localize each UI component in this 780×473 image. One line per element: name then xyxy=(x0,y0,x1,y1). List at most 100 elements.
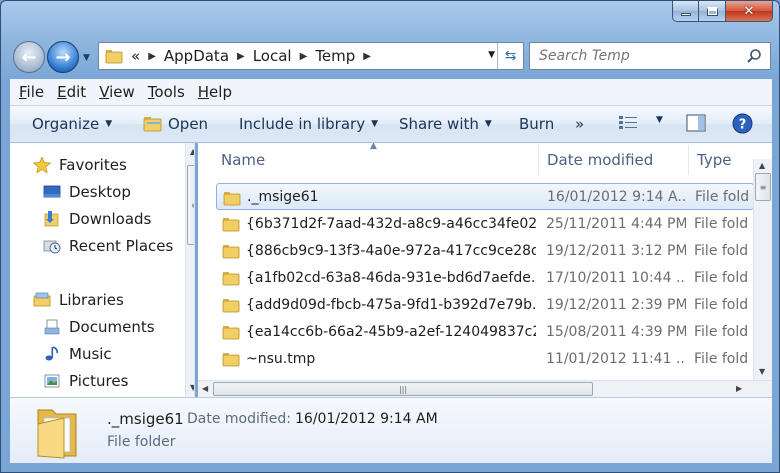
file-name: {886cb9c9-13f3-4a0e-972a-417cc9ce28d... xyxy=(246,242,536,259)
breadcrumb-overflow[interactable]: « xyxy=(131,47,140,65)
file-type: File fold xyxy=(694,296,749,313)
folder-icon xyxy=(222,245,240,259)
preview-pane-button[interactable] xyxy=(686,114,706,132)
nav-documents[interactable]: Documents xyxy=(43,318,155,336)
file-type: File fold xyxy=(694,350,749,367)
address-bar[interactable]: « ▶ AppData ▶ Local ▶ Temp ▶ ▼ ⇆ xyxy=(98,42,524,70)
column-divider[interactable] xyxy=(688,145,689,175)
help-button[interactable]: ? xyxy=(732,113,753,134)
refresh-button[interactable]: ⇆ xyxy=(497,43,523,69)
back-button[interactable]: ← xyxy=(13,41,45,73)
view-options-dropdown[interactable]: ▼ xyxy=(650,115,663,125)
chevron-right-icon[interactable]: ▶ xyxy=(300,51,308,62)
breadcrumb-temp[interactable]: Temp xyxy=(315,47,355,65)
nav-libraries[interactable]: Libraries xyxy=(33,291,124,309)
file-list-hscrollbar[interactable]: ◀ ||| ▶ xyxy=(198,380,772,397)
folder-large-icon xyxy=(37,409,77,459)
breadcrumb-appdata[interactable]: AppData xyxy=(164,47,229,65)
star-icon xyxy=(33,157,51,173)
arrow-right-icon: → xyxy=(55,46,71,68)
file-name: ~nsu.tmp xyxy=(246,350,316,367)
scroll-left-icon[interactable]: ◀ xyxy=(202,384,208,393)
menu-file[interactable]: File xyxy=(19,83,44,101)
file-name: ._msige61 xyxy=(247,188,319,205)
vscrollbar-thumb[interactable]: ≡ xyxy=(755,173,771,201)
music-icon xyxy=(45,346,58,361)
nav-scrollbar-thumb[interactable]: ≡ xyxy=(187,165,194,245)
menu-view[interactable]: View xyxy=(99,83,135,101)
more-commands-button[interactable]: » xyxy=(575,115,584,133)
file-row[interactable]: {886cb9c9-13f3-4a0e-972a-417cc9ce28d... 1… xyxy=(216,237,754,264)
nav-scrollbar[interactable]: ▲ ≡ ▼ xyxy=(185,143,194,397)
scroll-down-icon[interactable]: ▼ xyxy=(190,383,194,392)
navigation-pane: Favorites Desktop Downloads Recent Place… xyxy=(10,143,195,397)
file-row[interactable]: {6b371d2f-7aad-432d-a8c9-a46cc34fe02... 2… xyxy=(216,210,754,237)
nav-desktop-label: Desktop xyxy=(69,183,131,201)
organize-button[interactable]: Organize ▼ xyxy=(32,115,112,133)
nav-libraries-label: Libraries xyxy=(59,291,124,309)
nav-downloads-label: Downloads xyxy=(69,210,152,228)
file-row[interactable]: {ea14cc6b-66a2-45b9-a2ef-124049837c2... 1… xyxy=(216,318,754,345)
column-header-name[interactable]: Name xyxy=(221,143,265,177)
hscrollbar-thumb[interactable]: ||| xyxy=(213,382,593,396)
chevron-down-icon: ▼ xyxy=(484,119,492,129)
folder-icon xyxy=(223,192,241,206)
menu-help[interactable]: Help xyxy=(198,83,232,101)
file-row[interactable]: {add9d09d-fbcb-475a-9fd1-b392d7e79b... 19… xyxy=(216,291,754,318)
column-header-date[interactable]: Date modified xyxy=(547,143,653,177)
burn-button[interactable]: Burn xyxy=(519,115,554,133)
search-input[interactable] xyxy=(539,48,739,64)
refresh-icon: ⇆ xyxy=(504,48,517,64)
explorer-window: ✕ ← → ▼ « ▶ AppData ▶ Local ▶ Temp ▶ ▼ ⇆… xyxy=(0,0,780,473)
open-button[interactable]: Open xyxy=(142,115,208,133)
share-with-button[interactable]: Share with ▼ xyxy=(399,115,492,133)
column-divider[interactable] xyxy=(538,145,539,175)
column-date-label: Date modified xyxy=(547,151,654,169)
command-bar: Organize ▼ Open Include in library ▼ Share… xyxy=(10,105,772,143)
change-view-button[interactable] xyxy=(618,114,638,132)
file-date: 19/12/2011 2:39 PM xyxy=(546,296,686,313)
details-date-label: Date modified: xyxy=(187,411,291,427)
nav-desktop[interactable]: Desktop xyxy=(43,183,131,201)
scroll-right-icon[interactable]: ▶ xyxy=(736,384,742,393)
file-date: 15/08/2011 4:39 PM xyxy=(546,323,686,340)
scroll-up-icon[interactable]: ▲ xyxy=(190,147,194,156)
column-header-type[interactable]: Type xyxy=(697,143,731,177)
minimize-button[interactable] xyxy=(672,1,699,22)
file-date: 16/01/2012 9:14 A... xyxy=(547,188,687,205)
chevron-right-icon[interactable]: ▶ xyxy=(148,51,156,62)
menu-tools[interactable]: Tools xyxy=(148,83,185,101)
nav-favorites-label: Favorites xyxy=(59,156,127,174)
nav-pictures[interactable]: Pictures xyxy=(43,372,128,390)
arrow-left-icon: ← xyxy=(21,46,37,68)
chevron-right-icon[interactable]: ▶ xyxy=(363,51,371,62)
address-dropdown-icon[interactable]: ▼ xyxy=(488,50,495,60)
maximize-button[interactable] xyxy=(699,1,726,22)
forward-button[interactable]: → xyxy=(47,41,79,73)
recent-pages-dropdown[interactable]: ▼ xyxy=(83,53,93,63)
file-list-vscrollbar[interactable]: ▲ ≡ ▼ xyxy=(753,159,772,381)
folder-icon xyxy=(222,353,240,367)
help-icon: ? xyxy=(732,113,753,134)
include-in-library-button[interactable]: Include in library ▼ xyxy=(239,115,378,133)
nav-music[interactable]: Music xyxy=(43,345,112,363)
nav-favorites[interactable]: Favorites xyxy=(33,156,127,174)
close-button[interactable]: ✕ xyxy=(726,1,773,22)
breadcrumb-local[interactable]: Local xyxy=(253,47,292,65)
file-row[interactable]: {a1fb02cd-63a8-46da-931e-bd6d7aefde... 17… xyxy=(216,264,754,291)
desktop-icon xyxy=(43,185,61,198)
file-row[interactable]: ._msige61 16/01/2012 9:14 A... File fold xyxy=(216,183,754,210)
scroll-down-icon[interactable]: ▼ xyxy=(759,367,765,376)
search-icon[interactable] xyxy=(746,48,762,64)
menu-edit[interactable]: Edit xyxy=(57,83,86,101)
minimize-icon xyxy=(680,12,691,16)
file-name: {a1fb02cd-63a8-46da-931e-bd6d7aefde... xyxy=(246,269,536,286)
file-type: File fold xyxy=(694,323,749,340)
nav-recent-places[interactable]: Recent Places xyxy=(43,237,173,255)
scroll-up-icon[interactable]: ▲ xyxy=(759,161,765,170)
open-label: Open xyxy=(168,115,209,133)
file-row[interactable]: ~nsu.tmp 11/01/2012 11:41 ... File fold xyxy=(216,345,754,372)
nav-downloads[interactable]: Downloads xyxy=(43,210,151,228)
chevron-right-icon[interactable]: ▶ xyxy=(237,51,245,62)
details-pane: ._msige61 Date modified: 16/01/2012 9:14… xyxy=(10,397,772,463)
